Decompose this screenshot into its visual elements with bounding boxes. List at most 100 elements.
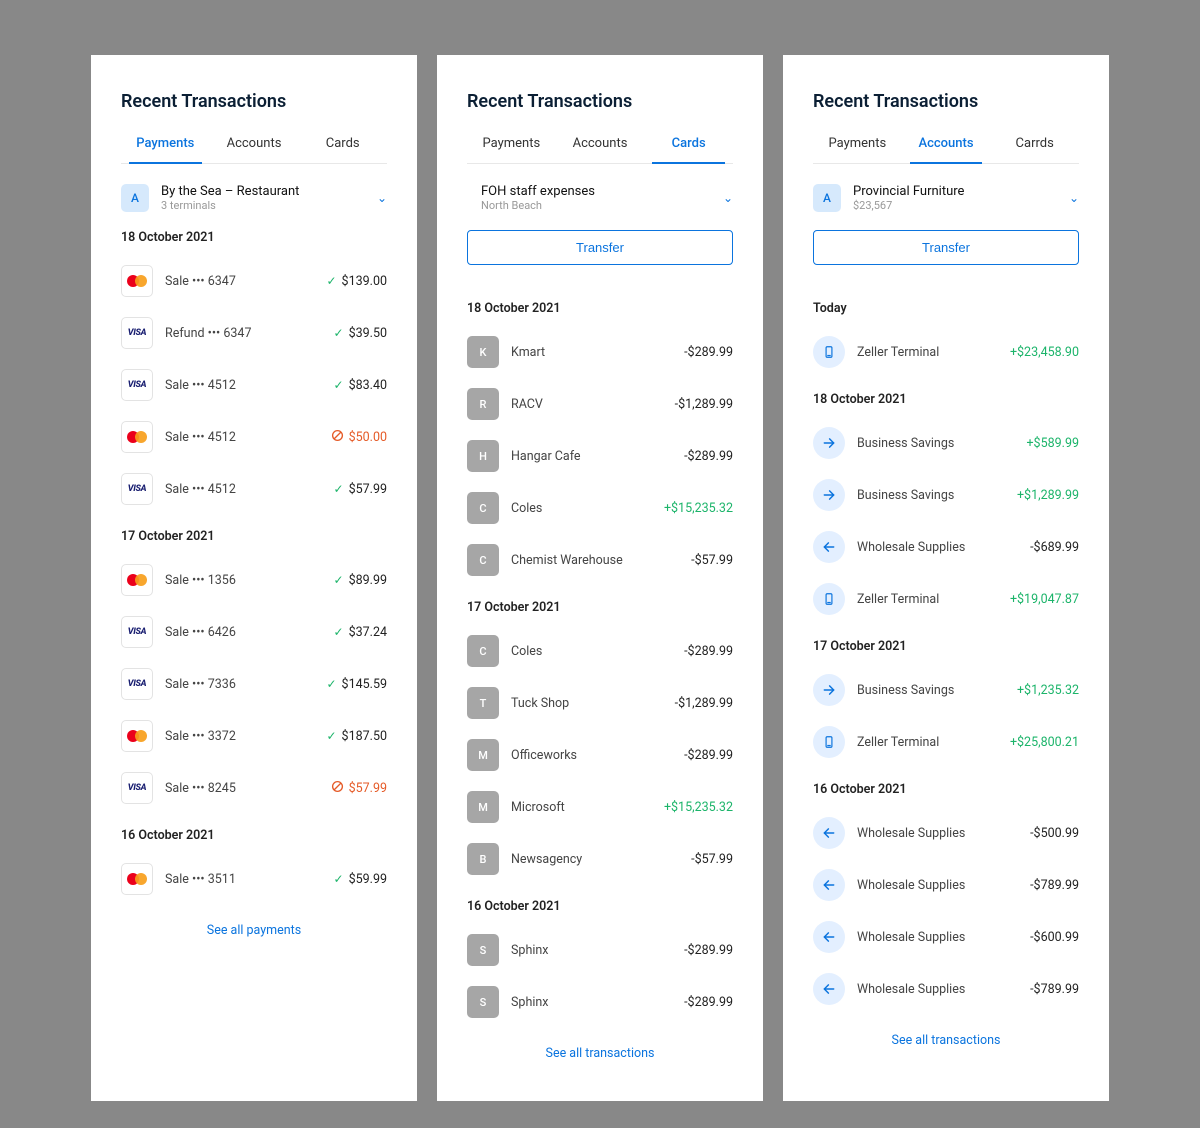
arrow-left-icon: [813, 869, 845, 901]
transaction-label: Sale ••• 1356: [165, 573, 334, 588]
tab-cards[interactable]: Cards: [644, 136, 733, 163]
transaction-row[interactable]: TTuck Shop-$1,289.99: [467, 677, 733, 729]
date-heading: 17 October 2021: [813, 639, 1079, 654]
check-icon: ✓: [326, 677, 336, 691]
tabs: Payments Accounts Carrds: [813, 136, 1079, 164]
transaction-row[interactable]: Zeller Terminal+$19,047.87: [813, 573, 1079, 625]
transaction-amount: -$689.99: [1030, 540, 1079, 555]
entity-selector[interactable]: FOH staff expenses North Beach ⌄: [467, 184, 733, 212]
transaction-label: Business Savings: [857, 683, 1017, 698]
tab-payments[interactable]: Payments: [467, 136, 556, 163]
transaction-row[interactable]: Zeller Terminal+$25,800.21: [813, 716, 1079, 768]
tab-accounts[interactable]: Accounts: [556, 136, 645, 163]
transaction-amount: +$1,235.32: [1017, 683, 1079, 698]
transaction-label: Officeworks: [511, 748, 684, 763]
mastercard-icon: [121, 421, 153, 453]
transaction-label: Sphinx: [511, 943, 684, 958]
transfer-button[interactable]: Transfer: [467, 230, 733, 265]
see-all-link[interactable]: See all transactions: [813, 1033, 1079, 1048]
transaction-row[interactable]: VISARefund ••• 6347✓$39.50: [121, 307, 387, 359]
transaction-label: Newsagency: [511, 852, 691, 867]
transaction-row[interactable]: CColes-$289.99: [467, 625, 733, 677]
transaction-row[interactable]: HHangar Cafe-$289.99: [467, 430, 733, 482]
tab-cards[interactable]: Cards: [298, 136, 387, 163]
merchant-letter-icon: S: [467, 986, 499, 1018]
tab-cards[interactable]: Carrds: [990, 136, 1079, 163]
transaction-row[interactable]: VISASale ••• 8245$57.99: [121, 762, 387, 814]
transaction-row[interactable]: RRACV-$1,289.99: [467, 378, 733, 430]
entity-selector[interactable]: A Provincial Furniture $23,567 ⌄: [813, 184, 1079, 212]
transaction-row[interactable]: CChemist Warehouse-$57.99: [467, 534, 733, 586]
transaction-row[interactable]: BNewsagency-$57.99: [467, 833, 733, 885]
transaction-amount: +$1,289.99: [1017, 488, 1079, 503]
check-icon: ✓: [334, 482, 344, 496]
transaction-row[interactable]: VISASale ••• 4512✓$83.40: [121, 359, 387, 411]
transaction-row[interactable]: Sale ••• 6347✓$139.00: [121, 255, 387, 307]
check-icon: ✓: [334, 326, 344, 340]
visa-icon: VISA: [121, 473, 153, 505]
transaction-row[interactable]: Wholesale Supplies-$689.99: [813, 521, 1079, 573]
check-icon: ✓: [334, 625, 344, 639]
transaction-amount: ✓$37.24: [334, 625, 387, 640]
transaction-row[interactable]: MOfficeworks-$289.99: [467, 729, 733, 781]
transfer-button[interactable]: Transfer: [813, 230, 1079, 265]
transaction-amount: $57.99: [331, 780, 387, 797]
tab-accounts[interactable]: Accounts: [210, 136, 299, 163]
transaction-row[interactable]: VISASale ••• 4512✓$57.99: [121, 463, 387, 515]
tabs: Payments Accounts Cards: [121, 136, 387, 164]
transaction-label: Tuck Shop: [511, 696, 675, 711]
see-all-link[interactable]: See all transactions: [467, 1046, 733, 1061]
transaction-row[interactable]: Wholesale Supplies-$500.99: [813, 807, 1079, 859]
transaction-label: Zeller Terminal: [857, 735, 1010, 750]
transaction-label: Sale ••• 7336: [165, 677, 326, 692]
transaction-amount: ✓$39.50: [334, 326, 387, 341]
entity-name: Provincial Furniture: [853, 184, 1069, 199]
see-all-link[interactable]: See all payments: [121, 923, 387, 938]
chevron-down-icon: ⌄: [1069, 191, 1079, 205]
tabs: Payments Accounts Cards: [467, 136, 733, 164]
transaction-label: Sale ••• 3511: [165, 872, 334, 887]
transaction-row[interactable]: Sale ••• 1356✓$89.99: [121, 554, 387, 606]
transaction-amount: -$789.99: [1030, 878, 1079, 893]
panel-accounts: Recent Transactions Payments Accounts Ca…: [783, 55, 1109, 1101]
transaction-row[interactable]: Sale ••• 3511✓$59.99: [121, 853, 387, 905]
transaction-row[interactable]: KKmart-$289.99: [467, 326, 733, 378]
transaction-label: Sale ••• 3372: [165, 729, 326, 744]
transaction-row[interactable]: SSphinx-$289.99: [467, 976, 733, 1028]
transaction-row[interactable]: Business Savings+$1,235.32: [813, 664, 1079, 716]
transaction-row[interactable]: MMicrosoft+$15,235.32: [467, 781, 733, 833]
transaction-label: Business Savings: [857, 436, 1026, 451]
transaction-row[interactable]: Wholesale Supplies-$789.99: [813, 859, 1079, 911]
visa-icon: VISA: [121, 772, 153, 804]
check-icon: ✓: [326, 274, 336, 288]
transaction-amount: ✓$59.99: [334, 872, 387, 887]
entity-name: FOH staff expenses: [481, 184, 723, 199]
transaction-row[interactable]: Sale ••• 4512$50.00: [121, 411, 387, 463]
tab-payments[interactable]: Payments: [121, 136, 210, 163]
transaction-row[interactable]: CColes+$15,235.32: [467, 482, 733, 534]
transaction-row[interactable]: Business Savings+$589.99: [813, 417, 1079, 469]
merchant-letter-icon: T: [467, 687, 499, 719]
tab-payments[interactable]: Payments: [813, 136, 902, 163]
visa-icon: VISA: [121, 668, 153, 700]
entity-selector[interactable]: A By the Sea – Restaurant 3 terminals ⌄: [121, 184, 387, 212]
transaction-row[interactable]: Wholesale Supplies-$600.99: [813, 911, 1079, 963]
merchant-letter-icon: H: [467, 440, 499, 472]
transaction-amount: -$57.99: [691, 553, 733, 568]
transaction-row[interactable]: SSphinx-$289.99: [467, 924, 733, 976]
transaction-label: Zeller Terminal: [857, 592, 1010, 607]
transaction-row[interactable]: Wholesale Supplies-$789.99: [813, 963, 1079, 1015]
transaction-amount: +$19,047.87: [1010, 592, 1079, 607]
transaction-label: Sale ••• 4512: [165, 430, 331, 445]
transaction-label: Sale ••• 6347: [165, 274, 326, 289]
date-heading: 18 October 2021: [813, 392, 1079, 407]
transaction-row[interactable]: Zeller Terminal+$23,458.90: [813, 326, 1079, 378]
date-heading: 18 October 2021: [121, 230, 387, 245]
transaction-row[interactable]: VISASale ••• 6426✓$37.24: [121, 606, 387, 658]
arrow-right-icon: [813, 427, 845, 459]
transaction-row[interactable]: Sale ••• 3372✓$187.50: [121, 710, 387, 762]
transaction-row[interactable]: Business Savings+$1,289.99: [813, 469, 1079, 521]
transaction-row[interactable]: VISASale ••• 7336✓$145.59: [121, 658, 387, 710]
tab-accounts[interactable]: Accounts: [902, 136, 991, 163]
mastercard-icon: [121, 720, 153, 752]
